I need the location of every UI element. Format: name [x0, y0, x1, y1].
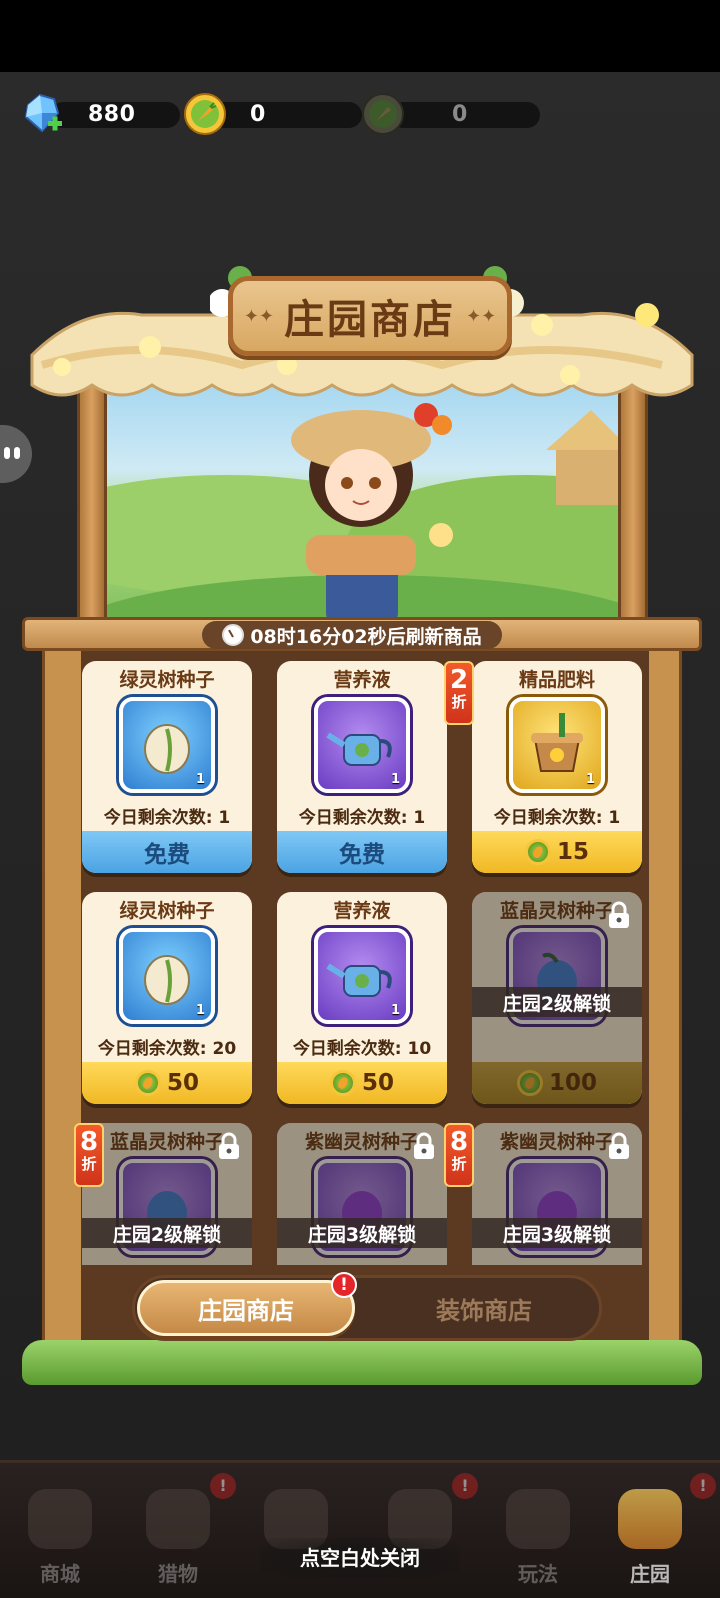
- shop-item-card[interactable]: 绿灵树种子 1 今日剩余次数: 20 50: [82, 892, 252, 1104]
- shop-sign: ✦✦ 庄园商店 ✦✦: [210, 258, 530, 368]
- item-tile: 1: [314, 697, 410, 793]
- nav-item-prey[interactable]: 猎物: [128, 1483, 228, 1593]
- remaining-count: 今日剩余次数: 10: [292, 1039, 432, 1059]
- remaining-count: 今日剩余次数: 20: [97, 1039, 237, 1059]
- shop-panel: ✦✦ 庄园商店 ✦✦ 08时16分02秒后刷新商品 绿灵树种子 1 今日剩余次数…: [22, 225, 702, 1395]
- shop-item-card-locked[interactable]: 蓝晶灵树种子 1 庄园2级解锁 100: [472, 892, 642, 1104]
- discount-badge: 2折: [444, 661, 474, 725]
- carrot-coin-icon: [329, 1070, 356, 1096]
- carrot-coin-icon: [134, 1070, 161, 1096]
- lock-icon: [609, 901, 629, 928]
- diamond-currency[interactable]: 880: [20, 90, 180, 138]
- manor-icon: [618, 1489, 682, 1549]
- buy-button[interactable]: 100: [472, 1062, 642, 1104]
- tab-manor-shop[interactable]: 庄园商店: [137, 1280, 355, 1336]
- nav-item-manor[interactable]: 庄园: [600, 1483, 700, 1593]
- currency-bar: 880 0 0: [20, 90, 700, 140]
- diamond-plus-icon: [24, 93, 62, 133]
- buy-button[interactable]: 15: [472, 831, 642, 873]
- item-tile: 1: [119, 697, 215, 793]
- farm-scene: [106, 385, 618, 625]
- carrot-coin-icon: [524, 839, 551, 865]
- nav-item-play[interactable]: 玩法: [488, 1483, 588, 1593]
- buy-button[interactable]: 50: [82, 1062, 252, 1104]
- shop-tabs: 庄园商店 ! 装饰商店: [132, 1272, 602, 1341]
- right-post: [618, 375, 648, 625]
- free-button[interactable]: 免费: [82, 831, 252, 873]
- prey-icon: [146, 1489, 210, 1549]
- shop-item-card-locked[interactable]: 紫幽灵树种子 1 庄园3级解锁: [277, 1123, 447, 1265]
- shop-item-card-locked[interactable]: 蓝晶灵树种子 10 庄园2级解锁: [82, 1123, 252, 1265]
- carrot-coin-icon: [516, 1070, 543, 1096]
- play-icon: [506, 1489, 570, 1549]
- discount-badge: 8折: [444, 1123, 474, 1187]
- tap-blank-to-close[interactable]: 点空白处关闭: [260, 1538, 460, 1578]
- shop-item-card[interactable]: 营养液 1 今日剩余次数: 1 免费: [277, 661, 447, 873]
- remaining-count: 今日剩余次数: 1: [493, 808, 621, 828]
- carrot-coin-icon: [184, 93, 226, 135]
- shop-item-card[interactable]: 营养液 1 今日剩余次数: 10 50: [277, 892, 447, 1104]
- dark-carrot-coin-icon: [362, 93, 404, 135]
- unlock-requirement: 庄园2级解锁: [82, 1218, 252, 1248]
- item-name: 营养液: [333, 669, 391, 691]
- carrot-coin-currency[interactable]: 0: [182, 90, 362, 138]
- buy-button[interactable]: 50: [277, 1062, 447, 1104]
- nav-item-shop[interactable]: 商城: [10, 1483, 110, 1593]
- item-name: 绿灵树种子: [119, 669, 215, 691]
- nav-alert-dot: !: [452, 1473, 478, 1499]
- discount-badge: 8折: [74, 1123, 104, 1187]
- shop-item-card[interactable]: 绿灵树种子 1 今日剩余次数: 1 免费: [82, 661, 252, 873]
- item-tile: 1: [509, 697, 605, 793]
- refresh-timer: 08时16分02秒后刷新商品: [202, 621, 502, 649]
- sparkle-icon: ✦✦: [466, 305, 497, 327]
- item-name: 精品肥料: [518, 669, 595, 691]
- unlock-requirement: 庄园3级解锁: [277, 1218, 447, 1248]
- unlock-requirement: 庄园3级解锁: [472, 1218, 642, 1248]
- unlock-requirement: 庄园2级解锁: [472, 987, 642, 1017]
- sparkle-icon: ✦✦: [243, 305, 274, 327]
- dark-coin-amount: 0: [452, 101, 468, 127]
- remaining-count: 今日剩余次数: 1: [298, 808, 426, 828]
- lock-icon: [219, 1132, 239, 1159]
- shop-item-card-locked[interactable]: 紫幽灵树种子 10 庄园3级解锁: [472, 1123, 642, 1265]
- refresh-timer-text: 08时16分02秒后刷新商品: [250, 625, 482, 648]
- item-tile: 1: [314, 928, 410, 1024]
- item-grid: 绿灵树种子 1 今日剩余次数: 1 免费 营养液 1 今日剩余次数: 1 免费 …: [80, 655, 644, 1265]
- tab-decor-shop[interactable]: 装饰商店: [375, 1280, 593, 1336]
- free-button[interactable]: 免费: [277, 831, 447, 873]
- lock-icon: [609, 1132, 629, 1159]
- grass-ground: [22, 1340, 702, 1385]
- carrot-coin-amount: 0: [250, 101, 266, 127]
- item-name: 绿灵树种子: [119, 900, 215, 922]
- lock-icon: [414, 1132, 434, 1159]
- item-tile: 1: [119, 928, 215, 1024]
- diamond-amount: 880: [88, 101, 136, 127]
- alert-badge: !: [331, 1272, 357, 1298]
- shop-icon: [28, 1489, 92, 1549]
- shop-item-card[interactable]: 精品肥料 1 今日剩余次数: 1 15: [472, 661, 642, 873]
- remaining-count: 今日剩余次数: 1: [103, 808, 231, 828]
- shop-title: 庄园商店: [284, 297, 456, 343]
- dark-coin-currency[interactable]: 0: [360, 90, 540, 138]
- item-name: 营养液: [333, 900, 391, 922]
- clock-icon: [222, 624, 245, 646]
- nav-alert-dot: !: [210, 1473, 236, 1499]
- left-post: [77, 375, 107, 625]
